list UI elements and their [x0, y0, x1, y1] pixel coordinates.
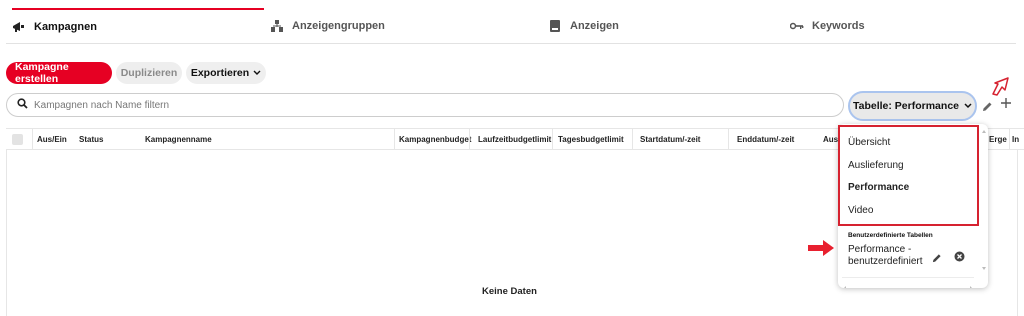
annotation-highlight-box — [838, 125, 979, 226]
tab-label: Anzeigen — [570, 20, 619, 32]
org-chart-icon — [270, 20, 284, 32]
search-icon — [17, 96, 28, 114]
key-icon — [790, 20, 804, 32]
dropdown-scrollbar[interactable] — [982, 130, 986, 270]
tab-keywords[interactable]: Keywords — [790, 8, 865, 44]
select-all-checkbox[interactable] — [12, 134, 23, 145]
column-header[interactable]: Startdatum/-zeit — [640, 135, 700, 144]
dropdown-horizontal-scrollbar[interactable] — [842, 277, 974, 288]
column-header[interactable]: In — [1012, 135, 1019, 144]
tab-bar: Kampagnen Anzeigengruppen Anzeigen Keywo… — [6, 8, 1016, 44]
custom-table-item[interactable]: Performance - benutzerdefiniert — [848, 244, 928, 268]
export-label: Exportieren — [190, 67, 250, 79]
table-view-select[interactable]: Tabelle: Performance — [848, 91, 977, 121]
column-header[interactable]: Kampagnenname — [145, 135, 212, 144]
tab-label: Anzeigengruppen — [292, 20, 385, 32]
table-view-label: Tabelle: Performance — [852, 100, 959, 112]
pencil-icon[interactable] — [982, 99, 993, 115]
column-header[interactable]: Status — [79, 135, 103, 144]
empty-state-text: Keine Daten — [482, 286, 537, 297]
annotation-arrow-icon — [808, 240, 834, 261]
duplicate-button[interactable]: Duplizieren — [116, 62, 182, 84]
annotation-arrow-icon — [990, 76, 1012, 101]
chevron-down-icon — [253, 67, 261, 79]
column-header[interactable]: Tagesbudgetlimit — [558, 135, 624, 144]
megaphone-icon — [12, 21, 26, 33]
tab-label: Keywords — [812, 20, 865, 32]
column-header[interactable]: Enddatum/-zeit — [737, 135, 794, 144]
search-input[interactable] — [34, 99, 634, 111]
export-button[interactable]: Exportieren — [186, 62, 266, 84]
search-bar — [6, 93, 844, 117]
create-campaign-button[interactable]: Kampagne erstellen — [6, 61, 112, 85]
ad-card-icon — [548, 20, 562, 32]
delete-icon[interactable] — [954, 249, 965, 267]
tab-anzeigengruppen[interactable]: Anzeigengruppen — [270, 8, 385, 44]
pencil-icon[interactable] — [932, 250, 942, 268]
column-header[interactable]: Aus/Ein — [37, 135, 67, 144]
custom-tables-heading: Benutzerdefinierte Tabellen — [848, 232, 933, 239]
column-header[interactable]: Kampagnenbudget — [399, 135, 471, 144]
tab-kampagnen[interactable]: Kampagnen — [12, 8, 264, 44]
column-header[interactable]: Laufzeitbudgetlimit — [478, 135, 551, 144]
tab-anzeigen[interactable]: Anzeigen — [548, 8, 619, 44]
tab-label: Kampagnen — [34, 21, 97, 33]
column-header[interactable]: Erge — [989, 135, 1007, 144]
chevron-down-icon — [964, 100, 972, 112]
